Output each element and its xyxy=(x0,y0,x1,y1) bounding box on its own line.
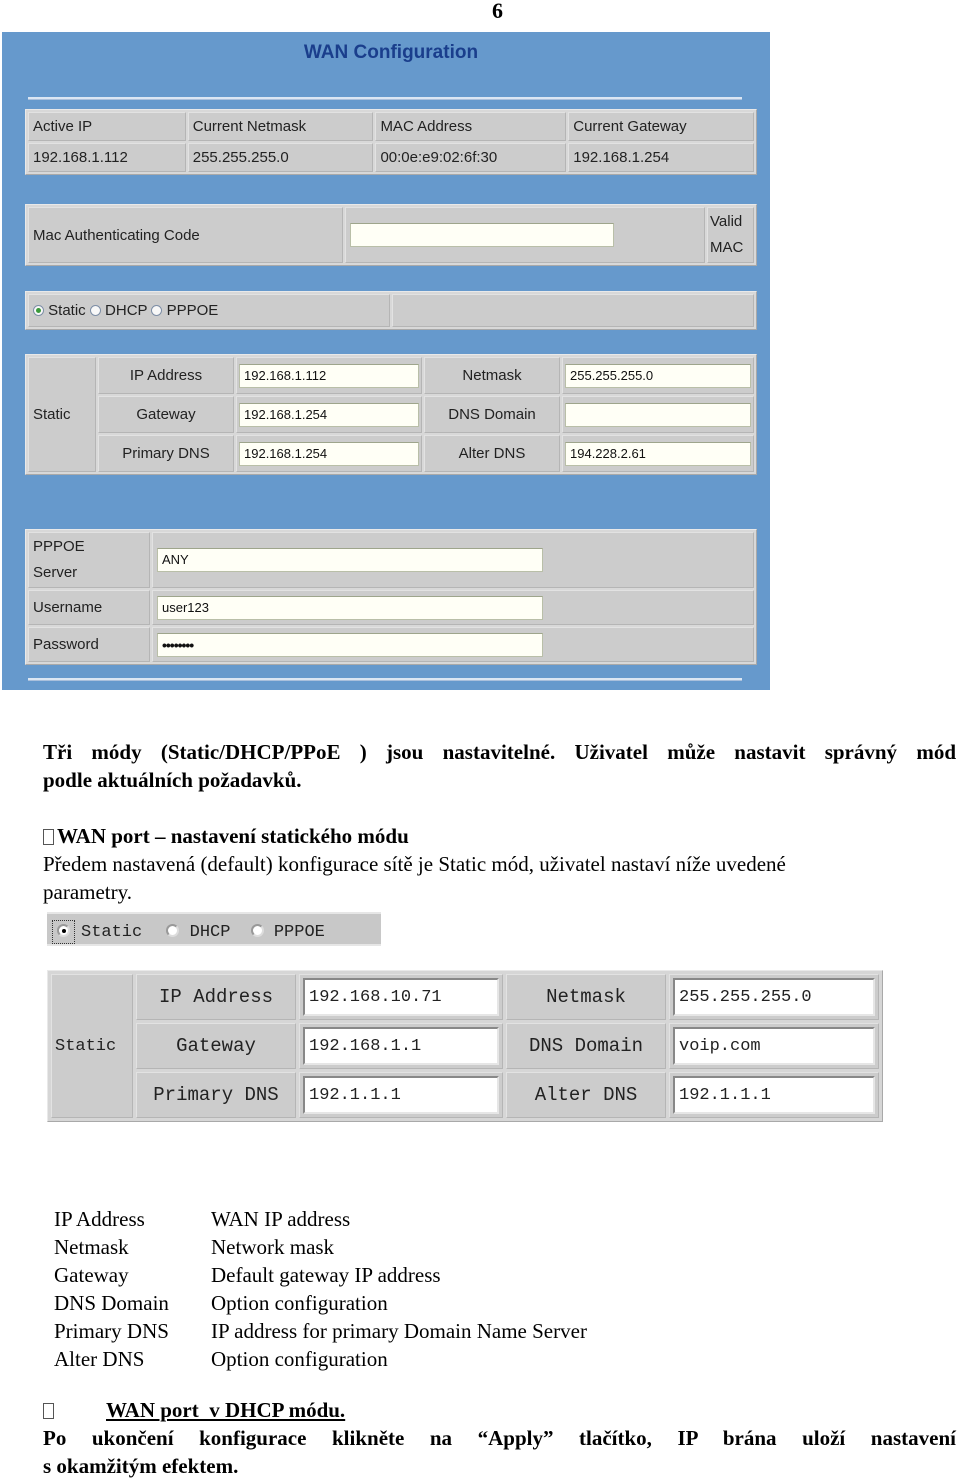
status-header: MAC Address xyxy=(375,112,567,141)
definition-term: DNS Domain xyxy=(54,1291,169,1315)
password-label: Password xyxy=(28,627,150,662)
field-label: Netmask xyxy=(506,974,666,1020)
mac-address-value: 00:0e:e9:02:6f:30 xyxy=(375,143,567,172)
current-gateway-value: 192.168.1.254 xyxy=(568,143,754,172)
definition-row: DNS Domain Option configuration xyxy=(54,1289,587,1317)
field-definitions: IP Address WAN IP address Netmask Network … xyxy=(54,1205,587,1373)
field-label: Netmask xyxy=(424,357,560,394)
gateway-input[interactable]: 192.168.1.254 xyxy=(239,402,419,427)
dns-domain-input[interactable] xyxy=(565,402,751,427)
definition-row: Netmask Network mask xyxy=(54,1233,587,1261)
example-netmask-input[interactable]: 255.255.255.0 xyxy=(673,978,875,1016)
mode-selector: Static DHCP PPPOE xyxy=(25,291,757,330)
example-ip-address-input[interactable]: 192.168.10.71 xyxy=(303,978,499,1016)
example-static-table: Static IP Address 192.168.10.71 Netmask … xyxy=(47,970,883,1122)
definition-desc: Option configuration xyxy=(211,1291,388,1315)
dhcp-heading: WAN port v DHCP módu. xyxy=(43,1396,345,1424)
example-dns-domain-input[interactable]: voip.com xyxy=(673,1027,875,1065)
active-ip-value: 192.168.1.112 xyxy=(28,143,186,172)
field-label: Gateway xyxy=(98,396,234,433)
field-label: Alter DNS xyxy=(506,1072,666,1118)
definition-row: Primary DNS IP address for primary Domain… xyxy=(54,1317,587,1345)
field-label: DNS Domain xyxy=(506,1023,666,1069)
radio-icon[interactable] xyxy=(250,924,264,937)
status-header: Active IP xyxy=(28,112,186,141)
current-netmask-value: 255.255.255.0 xyxy=(187,143,374,172)
static-mode-desc-line2: parametry. xyxy=(43,880,133,904)
example-mode-static-focus[interactable] xyxy=(52,920,75,944)
primary-dns-input[interactable]: 192.168.1.254 xyxy=(239,441,419,466)
pppoe-server-label: PPPOE Server xyxy=(28,532,150,588)
definition-term: Alter DNS xyxy=(54,1347,145,1371)
bullet-icon xyxy=(43,1403,54,1419)
example-static-section-label: Static xyxy=(51,974,133,1118)
definition-row: Alter DNS Option configuration xyxy=(54,1345,587,1373)
definition-desc: WAN IP address xyxy=(211,1207,351,1231)
static-mode-desc-line1: Předem nastavená (default) konfigurace s… xyxy=(43,852,786,876)
definition-term: Primary DNS xyxy=(54,1319,169,1343)
page-number: 6 xyxy=(492,0,503,23)
radio-icon[interactable] xyxy=(151,305,163,316)
example-gateway-input[interactable]: 192.168.1.1 xyxy=(303,1027,499,1065)
definition-row: IP Address WAN IP address xyxy=(54,1205,587,1233)
status-header: Current Gateway xyxy=(568,112,754,141)
example-primary-dns-input[interactable]: 192.1.1.1 xyxy=(303,1076,499,1114)
radio-selected-icon[interactable] xyxy=(57,924,70,937)
field-label: Primary DNS xyxy=(136,1072,296,1118)
mode-dhcp-option[interactable]: DHCP xyxy=(89,302,147,319)
radio-icon[interactable] xyxy=(89,305,101,316)
intro-text-line1: Tři módy (Static/DHCP/PPoE ) jsou nastav… xyxy=(43,740,956,764)
field-label: DNS Domain xyxy=(424,396,560,433)
intro-text-line2: podle aktuálních požadavků. xyxy=(43,768,302,792)
status-header: Current Netmask xyxy=(187,112,374,141)
static-mode-heading: WAN port – nastavení statického módu xyxy=(43,822,409,850)
example-mode-selector: Static DHCP PPPOE xyxy=(47,912,381,946)
netmask-input[interactable]: 255.255.255.0 xyxy=(565,363,751,388)
mode-radio-group: Static DHCP PPPOE xyxy=(28,294,390,327)
valid-mac-label: Valid MAC xyxy=(707,207,754,263)
radio-icon[interactable] xyxy=(166,924,180,937)
password-input[interactable]: •••••••• xyxy=(157,632,543,657)
field-label: IP Address xyxy=(98,357,234,394)
alter-dns-input[interactable]: 194.228.2.61 xyxy=(565,441,751,466)
field-label: Alter DNS xyxy=(424,435,560,472)
bullet-icon xyxy=(43,829,54,845)
pppoe-settings-table: PPPOE Server ANY Username user123 Passwo… xyxy=(25,529,757,665)
definition-desc: Default gateway IP address xyxy=(211,1263,441,1287)
static-section-label: Static xyxy=(28,357,96,472)
definition-term: Netmask xyxy=(54,1235,129,1259)
ip-address-input[interactable]: 192.168.1.112 xyxy=(239,363,419,388)
definition-row: Gateway Default gateway IP address xyxy=(54,1261,587,1289)
definition-desc: Network mask xyxy=(211,1235,335,1259)
mac-auth-label: Mac Authenticating Code xyxy=(28,207,343,263)
pppoe-server-input[interactable]: ANY xyxy=(157,548,543,572)
mac-auth-table: Mac Authenticating Code Valid MAC xyxy=(25,204,757,266)
username-input[interactable]: user123 xyxy=(157,595,543,620)
empty-cell xyxy=(392,294,754,327)
definition-desc: Option configuration xyxy=(211,1347,388,1371)
field-label: Gateway xyxy=(136,1023,296,1069)
panel-title: WAN Configuration xyxy=(303,42,479,63)
mode-static-option[interactable]: Static xyxy=(33,302,86,319)
static-settings-table: Static IP Address 192.168.1.112 Netmask … xyxy=(25,354,757,475)
definition-desc: IP address for primary Domain Name Serve… xyxy=(211,1319,587,1343)
wan-config-panel: WAN Configuration Active IP Current Netm… xyxy=(2,32,770,690)
divider xyxy=(28,678,742,681)
mode-pppoe-option[interactable]: PPPOE xyxy=(151,302,218,319)
definition-term: IP Address xyxy=(54,1207,145,1231)
dhcp-body-line1: Po ukončení konfigurace klikněte na “App… xyxy=(43,1426,956,1450)
definition-term: Gateway xyxy=(54,1263,129,1287)
example-mode-pppoe-option[interactable]: PPPOE xyxy=(250,923,325,942)
example-alter-dns-input[interactable]: 192.1.1.1 xyxy=(673,1076,875,1114)
example-mode-dhcp-option[interactable]: DHCP xyxy=(166,923,230,942)
radio-selected-icon[interactable] xyxy=(33,305,44,316)
field-label: IP Address xyxy=(136,974,296,1020)
divider xyxy=(28,97,742,100)
username-label: Username xyxy=(28,590,150,625)
dhcp-body-line2: s okamžitým efektem. xyxy=(43,1454,239,1478)
mac-auth-input[interactable] xyxy=(350,223,614,247)
field-label: Primary DNS xyxy=(98,435,234,472)
status-table: Active IP Current Netmask MAC Address Cu… xyxy=(25,109,757,175)
